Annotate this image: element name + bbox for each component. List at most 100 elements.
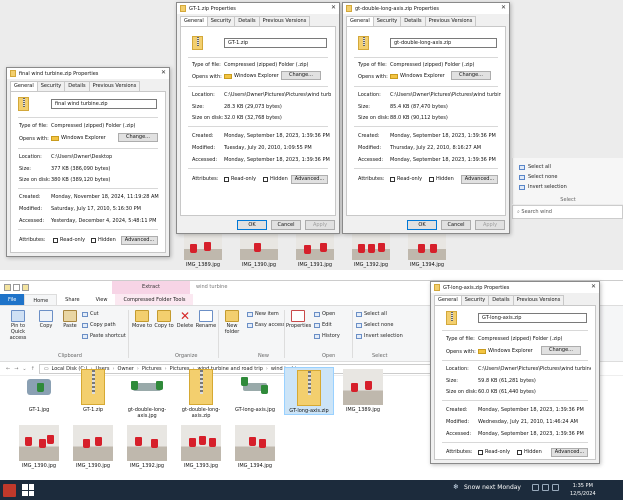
pin-to-quick-access-button[interactable]: Pin to Quick access (6, 310, 30, 341)
tab-previous-versions[interactable]: Previous Versions (512, 295, 565, 305)
file-name-field[interactable]: final wind turbine.zip (51, 99, 157, 109)
list-item[interactable]: IMG_1389.jpg (338, 369, 388, 413)
close-icon[interactable]: ✕ (591, 283, 596, 290)
file-name-field[interactable]: gt-double-long-axis.zip (390, 38, 497, 48)
rename-button[interactable]: Rename (194, 310, 218, 329)
tab-general[interactable]: General (346, 16, 374, 26)
weather-widget[interactable]: ❄ Snow next Monday (453, 483, 521, 491)
advanced-button[interactable]: Advanced... (461, 175, 498, 184)
readonly-checkbox[interactable]: Read-only (478, 449, 510, 455)
select-all-button[interactable]: Select all (513, 162, 623, 172)
windows-start-icon[interactable] (22, 484, 34, 496)
list-item-selected[interactable]: GT-long-axis.zip (284, 367, 334, 415)
search-input[interactable]: ⌕ Search wind (512, 205, 623, 219)
tab-share[interactable]: Share (57, 294, 87, 305)
change-button[interactable]: Change... (541, 346, 581, 355)
move-to-button[interactable]: Move to (130, 310, 154, 329)
readonly-checkbox[interactable]: Read-only (224, 176, 256, 182)
open-button[interactable]: Open (314, 311, 335, 317)
tab-details[interactable]: Details (234, 16, 260, 26)
tab-previous-versions[interactable]: Previous Versions (258, 16, 311, 26)
ok-button[interactable]: OK (237, 220, 267, 230)
tab-compressed-folder-tools[interactable]: Compressed Folder Tools (115, 294, 194, 305)
new-folder-button[interactable]: New folder (220, 310, 244, 335)
volume-icon[interactable] (552, 484, 559, 491)
tab-details[interactable]: Details (488, 295, 514, 305)
readonly-checkbox[interactable]: Read-only (53, 237, 85, 243)
list-item[interactable]: IMG_1389.jpg (178, 232, 228, 268)
apply-button[interactable]: Apply (305, 220, 335, 230)
clock[interactable]: 1:35 PM 12/5/2024 (570, 482, 596, 498)
list-item[interactable]: GT-1.zip (68, 369, 118, 413)
folder-icon[interactable] (4, 284, 11, 291)
tab-general[interactable]: General (10, 81, 38, 91)
list-item[interactable]: IMG_1394.jpg (402, 232, 452, 268)
change-button[interactable]: Change... (118, 133, 158, 142)
paste-shortcut-button[interactable]: Paste shortcut (82, 333, 126, 339)
list-item[interactable]: IMG_1393.jpg (176, 425, 226, 469)
paste-button[interactable]: Paste (58, 310, 82, 329)
easy-access-button[interactable]: Easy access (247, 322, 285, 328)
list-item[interactable]: IMG_1394.jpg (230, 425, 280, 469)
properties-button[interactable]: Properties (286, 310, 311, 329)
close-icon[interactable]: ✕ (331, 4, 336, 11)
list-item[interactable]: gt-double-long-axis.zip (176, 369, 226, 419)
change-button[interactable]: Change... (451, 71, 491, 80)
list-item[interactable]: IMG_1390.jpg (68, 425, 118, 469)
history-button[interactable]: History (314, 333, 340, 339)
tab-previous-versions[interactable]: Previous Versions (88, 81, 141, 91)
tab-details[interactable]: Details (400, 16, 426, 26)
select-none-button[interactable]: Select none (356, 322, 394, 328)
checkbox-icon[interactable] (13, 284, 20, 291)
select-all-button[interactable]: Select all (356, 311, 387, 317)
back-icon[interactable]: ← (6, 366, 10, 372)
cancel-button[interactable]: Cancel (271, 220, 301, 230)
list-item[interactable]: gt-double-long-axis.jpg (122, 369, 172, 419)
list-item[interactable]: GT-1.jpg (14, 369, 64, 413)
tab-general[interactable]: General (180, 16, 208, 26)
list-item[interactable]: IMG_1392.jpg (346, 232, 396, 268)
tab-security[interactable]: Security (372, 16, 402, 26)
advanced-button[interactable]: Advanced... (291, 175, 328, 184)
new-item-button[interactable]: New item (247, 311, 279, 317)
close-icon[interactable]: ✕ (501, 4, 506, 11)
tab-details[interactable]: Details (64, 81, 90, 91)
filezilla-icon[interactable] (3, 483, 16, 497)
ok-button[interactable]: OK (407, 220, 437, 230)
hidden-checkbox[interactable]: Hidden (263, 176, 288, 182)
file-name-field[interactable]: GT-1.zip (224, 38, 327, 48)
invert-selection-button[interactable]: Invert selection (513, 182, 623, 192)
list-item[interactable]: IMG_1391.jpg (290, 232, 340, 268)
tab-view[interactable]: View (88, 294, 116, 305)
extract-context-tab[interactable]: Extract (112, 281, 190, 294)
tab-file[interactable]: File (0, 294, 25, 305)
apply-button[interactable]: Apply (475, 220, 505, 230)
hidden-checkbox[interactable]: Hidden (91, 237, 116, 243)
cut-button[interactable]: Cut (82, 311, 99, 317)
tab-security[interactable]: Security (206, 16, 236, 26)
copy-path-button[interactable]: Copy path (82, 322, 116, 328)
cancel-button[interactable]: Cancel (441, 220, 471, 230)
tab-previous-versions[interactable]: Previous Versions (424, 16, 477, 26)
folder-icon[interactable] (22, 284, 29, 291)
advanced-button[interactable]: Advanced... (121, 236, 158, 245)
close-icon[interactable]: ✕ (161, 69, 166, 76)
readonly-checkbox[interactable]: Read-only (390, 176, 422, 182)
tab-home[interactable]: Home (24, 294, 58, 305)
file-name-field[interactable]: GT-long-axis.zip (478, 313, 587, 323)
list-item[interactable]: IMG_1390.jpg (14, 425, 64, 469)
list-item[interactable]: IMG_1390.jpg (234, 232, 284, 268)
network-icon[interactable] (542, 484, 549, 491)
hidden-checkbox[interactable]: Hidden (429, 176, 454, 182)
edit-button[interactable]: Edit (314, 322, 332, 328)
tab-security[interactable]: Security (460, 295, 490, 305)
list-item[interactable]: GT-long-axis.jpg (230, 369, 280, 413)
change-button[interactable]: Change... (281, 71, 321, 80)
tab-security[interactable]: Security (36, 81, 66, 91)
advanced-button[interactable]: Advanced... (551, 448, 588, 457)
tab-general[interactable]: General (434, 295, 462, 305)
invert-selection-button[interactable]: Invert selection (356, 333, 403, 339)
chevron-up-icon[interactable] (532, 484, 539, 491)
copy-button[interactable]: Copy (34, 310, 58, 329)
list-item[interactable]: IMG_1392.jpg (122, 425, 172, 469)
